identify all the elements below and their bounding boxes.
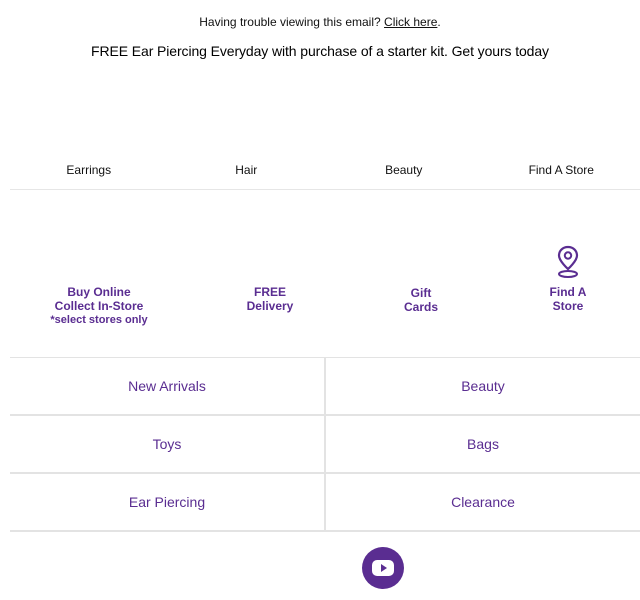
preheader-suffix: . <box>437 15 441 29</box>
nav-item-earrings[interactable]: Earrings <box>10 160 168 189</box>
service-buy-online[interactable]: Buy Online Collect In-Store *select stor… <box>18 285 180 327</box>
category-row: Toys Bags <box>10 416 640 474</box>
service-find-store-line2: Store <box>552 299 584 313</box>
promo-banner[interactable]: FREE Ear Piercing Everyday with purchase… <box>0 42 640 60</box>
service-gift-cards[interactable]: Gift Cards <box>356 286 486 314</box>
youtube-icon <box>372 560 394 576</box>
services-strip: Buy Online Collect In-Store *select stor… <box>10 190 640 358</box>
category-row: Ear Piercing Clearance <box>10 474 640 532</box>
service-find-store-line1: Find A <box>549 285 587 299</box>
preheader-text: Having trouble viewing this email? <box>199 15 381 29</box>
category-clearance[interactable]: Clearance <box>326 474 640 530</box>
nav-item-find-a-store[interactable]: Find A Store <box>483 160 640 189</box>
category-row: New Arrivals Beauty <box>10 358 640 416</box>
top-nav: Earrings Hair Beauty Find A Store <box>10 160 640 190</box>
category-toys[interactable]: Toys <box>10 416 326 472</box>
service-gift-cards-line1: Gift <box>410 286 432 300</box>
service-find-a-store[interactable]: Find A Store <box>498 245 638 313</box>
nav-item-hair[interactable]: Hair <box>168 160 326 189</box>
service-delivery-line2: Delivery <box>246 299 294 313</box>
preheader: Having trouble viewing this email? Click… <box>0 14 640 30</box>
category-ear-piercing[interactable]: Ear Piercing <box>10 474 326 530</box>
service-delivery-line1: FREE <box>253 285 286 299</box>
category-bags[interactable]: Bags <box>326 416 640 472</box>
service-buy-online-line1: Buy Online <box>67 285 131 299</box>
nav-item-beauty[interactable]: Beauty <box>325 160 483 189</box>
view-in-browser-link[interactable]: Click here <box>384 15 437 29</box>
service-buy-online-note: *select stores only <box>50 314 148 326</box>
category-new-arrivals[interactable]: New Arrivals <box>10 358 326 414</box>
youtube-button[interactable] <box>362 547 404 589</box>
service-gift-cards-line2: Cards <box>403 300 438 314</box>
category-grid: New Arrivals Beauty Toys Bags Ear Pierci… <box>10 358 640 532</box>
category-beauty[interactable]: Beauty <box>326 358 640 414</box>
service-buy-online-line2: Collect In-Store <box>54 299 144 313</box>
service-free-delivery[interactable]: FREE Delivery <box>200 285 340 313</box>
map-pin-icon <box>557 245 579 278</box>
